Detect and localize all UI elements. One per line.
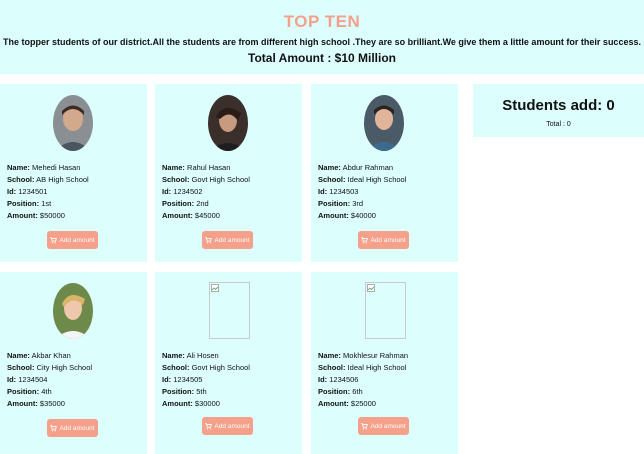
broken-image-icon (365, 282, 406, 339)
summary-total: Total : 0 (546, 121, 571, 128)
student-amount: $40000 (350, 211, 376, 220)
student-id: 1234502 (173, 187, 203, 196)
student-school: Ideal High School (347, 175, 407, 184)
add-amount-button[interactable]: Add amount (358, 231, 409, 249)
total-amount: Total Amount : $10 Million (248, 51, 396, 65)
student-amount: $35000 (39, 399, 65, 408)
page-title: TOP TEN (283, 12, 361, 31)
page-header: TOP TEN The topper students of our distr… (0, 0, 644, 74)
page-description: The topper students of our district.All … (3, 37, 641, 47)
student-card: Name: Mokhlesur Rahman School: Ideal Hig… (311, 272, 458, 454)
student-amount: $30000 (194, 399, 220, 408)
student-card: Name: Ali Hosen School: Govt High School… (155, 272, 302, 454)
student-position: 3rd (352, 199, 364, 208)
student-school: Ideal High School (347, 363, 407, 372)
add-amount-button[interactable]: Add amount (47, 231, 98, 249)
student-info: Name: Abdur Rahman School: Ideal High Sc… (318, 163, 407, 220)
add-amount-button[interactable]: Add amount (202, 417, 253, 435)
student-school: AB High School (36, 175, 89, 184)
student-position: 5th (196, 387, 207, 396)
student-name: Akbar Khan (31, 351, 71, 360)
add-amount-button[interactable]: Add amount (202, 231, 253, 249)
cart-icon (50, 236, 58, 243)
student-name: Mokhlesur Rahman (343, 351, 409, 360)
student-id: 1234501 (18, 187, 48, 196)
student-school: City High School (36, 363, 93, 372)
student-id: 1234503 (329, 187, 359, 196)
student-position: 1st (41, 199, 52, 208)
cart-icon (205, 236, 213, 243)
student-info: Name: Mokhlesur Rahman School: Ideal Hig… (318, 351, 409, 408)
cart-icon (50, 424, 58, 431)
student-photo (53, 283, 93, 339)
student-id: 1234505 (173, 375, 203, 384)
student-name: Abdur Rahman (342, 163, 394, 172)
student-amount: $50000 (39, 211, 65, 220)
student-card: Name: Abdur Rahman School: Ideal High Sc… (311, 84, 458, 262)
student-name: Rahul Hasan (187, 163, 231, 172)
student-card: Name: Akbar Khan School: City High Schoo… (0, 272, 147, 454)
students-added-count: Students add: 0 (502, 97, 615, 114)
student-name: Mehedi Hasan (32, 163, 81, 172)
cart-icon (205, 422, 213, 429)
student-photo (53, 95, 93, 151)
student-info: Name: Mehedi Hasan School: AB High Schoo… (7, 163, 89, 220)
student-card: Name: Mehedi Hasan School: AB High Schoo… (0, 84, 147, 262)
student-school: Govt High School (191, 175, 250, 184)
cart-icon (361, 236, 369, 243)
student-photo (364, 95, 404, 151)
summary-panel: Students add: 0 Total : 0 (473, 84, 644, 137)
student-amount: $45000 (194, 211, 220, 220)
student-photo (208, 95, 248, 151)
student-id: 1234506 (329, 375, 359, 384)
student-name: Ali Hosen (186, 351, 219, 360)
student-info: Name: Ali Hosen School: Govt High School… (162, 351, 250, 408)
broken-image-icon (209, 282, 250, 339)
cart-icon (361, 422, 369, 429)
add-amount-button[interactable]: Add amount (358, 417, 409, 435)
student-card: Name: Rahul Hasan School: Govt High Scho… (155, 84, 302, 262)
student-info: Name: Akbar Khan School: City High Schoo… (7, 351, 93, 408)
student-id: 1234504 (18, 375, 48, 384)
student-info: Name: Rahul Hasan School: Govt High Scho… (162, 163, 250, 220)
student-position: 4th (41, 387, 52, 396)
student-position: 6th (352, 387, 363, 396)
student-amount: $25000 (350, 399, 376, 408)
student-position: 2nd (196, 199, 209, 208)
student-school: Govt High School (191, 363, 250, 372)
add-amount-button[interactable]: Add amount (47, 419, 98, 437)
